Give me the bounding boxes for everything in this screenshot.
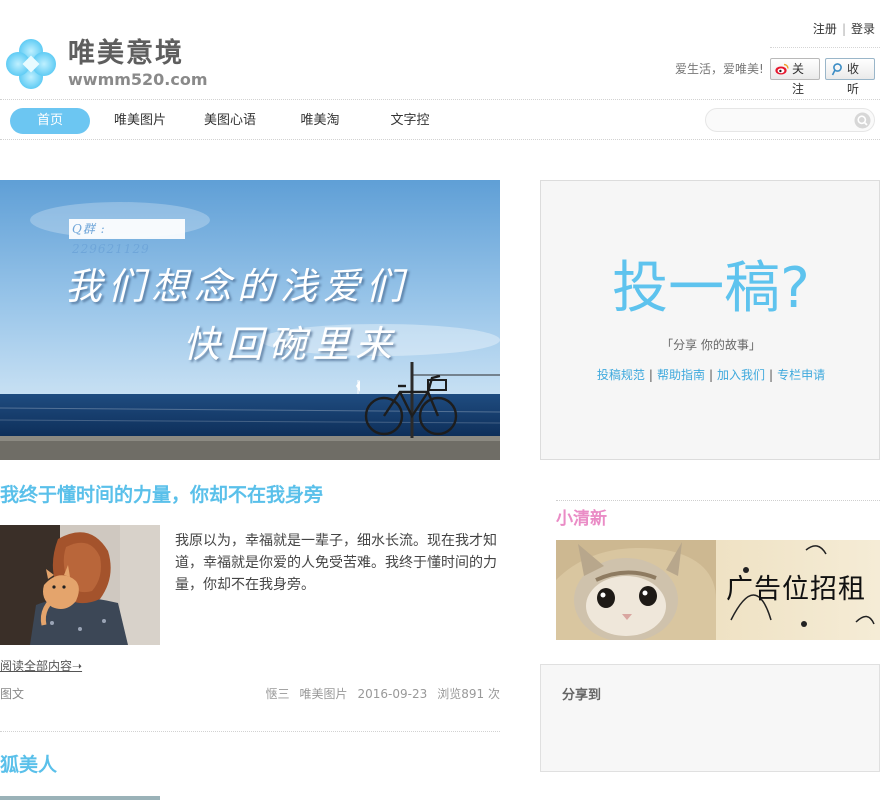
search-input[interactable] [716, 112, 846, 128]
account-links: 注册 | 登录 [813, 21, 875, 37]
ad-text: 广告位招租 [726, 574, 866, 605]
link-separator: | [648, 368, 653, 382]
read-more-link[interactable]: 阅读全部内容➝ [0, 658, 82, 674]
submit-subtitle: 「分享 你的故事」 [661, 338, 761, 352]
section-title: 小清新 [556, 509, 607, 529]
girl-with-cat-image [0, 525, 160, 645]
post-category[interactable]: 唯美图片 [300, 687, 348, 701]
featured-banner[interactable]: Q群 : 229621129 我们想念的浅爱们 快回碗里来 [0, 180, 500, 460]
submit-story-box: 投一稿? 「分享 你的故事」 投稿规范 | 帮助指南 | 加入我们 | 专栏申请 [540, 180, 880, 460]
nav-item-text[interactable]: 文字控 [370, 108, 450, 134]
post-meta: 惬三 唯美图片 2016-09-23 浏览891 次 [255, 686, 500, 702]
site-name[interactable]: 唯美意境 [68, 38, 184, 70]
qq-group-tag: Q群 : 229621129 [69, 219, 185, 256]
post-author[interactable]: 惬三 [265, 687, 289, 701]
login-link[interactable]: 登录 [851, 22, 875, 36]
post-thumbnail[interactable] [0, 525, 160, 645]
post-type: 图文 [0, 687, 25, 701]
join-us-link[interactable]: 加入我们 [717, 368, 765, 382]
site-domain: wwmm520.com [68, 70, 208, 89]
help-guide-link[interactable]: 帮助指南 [657, 368, 705, 382]
submit-links: 投稿规范 | 帮助指南 | 加入我们 | 专栏申请 [541, 367, 880, 383]
submit-rules-link[interactable]: 投稿规范 [597, 368, 645, 382]
weibo-icon [775, 63, 789, 75]
nav-item-shop[interactable]: 唯美淘 [280, 108, 360, 134]
nav-item-beautiful-pictures[interactable]: 唯美图片 [100, 108, 180, 134]
share-title: 分享到 [562, 688, 602, 703]
link-separator: | [708, 368, 714, 382]
listen-label: 收听 [847, 62, 860, 96]
slogan: 爱生活，爱唯美! [675, 62, 764, 76]
search-box [705, 108, 875, 132]
column-apply-link[interactable]: 专栏申请 [777, 368, 825, 382]
post-title[interactable]: 狐美人 [0, 752, 57, 778]
search-icon[interactable] [854, 112, 871, 129]
tencent-weibo-icon [831, 63, 842, 76]
weibo-follow-button[interactable]: 关注 [770, 58, 820, 96]
share-box: 分享到 [540, 664, 880, 772]
header-divider [770, 47, 880, 48]
ad-banner[interactable]: 广告位招租 [556, 540, 880, 640]
clover-logo-icon[interactable] [5, 38, 57, 90]
banner-headline-1: 我们想念的浅爱们 [65, 265, 409, 308]
nav-item-picture-words[interactable]: 美图心语 [190, 108, 270, 134]
link-separator: | [841, 22, 846, 36]
post-title[interactable]: 我终于懂时间的力量，你却不在我身旁 [0, 482, 323, 508]
post-excerpt: 我原以为，幸福就是一辈子，细水长流。现在我才知道，幸福就是你爱的人免受苦难。我终… [175, 533, 497, 593]
link-separator: | [769, 368, 774, 382]
tencent-listen-button[interactable]: 收听 [825, 58, 875, 96]
register-link[interactable]: 注册 [813, 22, 837, 36]
post-views: 浏览891 次 [437, 687, 500, 701]
nav-rule [0, 139, 880, 140]
banner-headline-2: 快回碗里来 [183, 323, 398, 366]
header-rule [0, 99, 880, 100]
section-divider [556, 500, 880, 501]
post-thumbnail[interactable] [0, 796, 160, 800]
post-date: 2016-09-23 [357, 687, 428, 701]
post-divider [0, 731, 500, 732]
nav-item-home[interactable]: 首页 [10, 108, 90, 134]
follow-label: 关注 [792, 62, 805, 96]
submit-title[interactable]: 投一稿? [541, 257, 880, 321]
